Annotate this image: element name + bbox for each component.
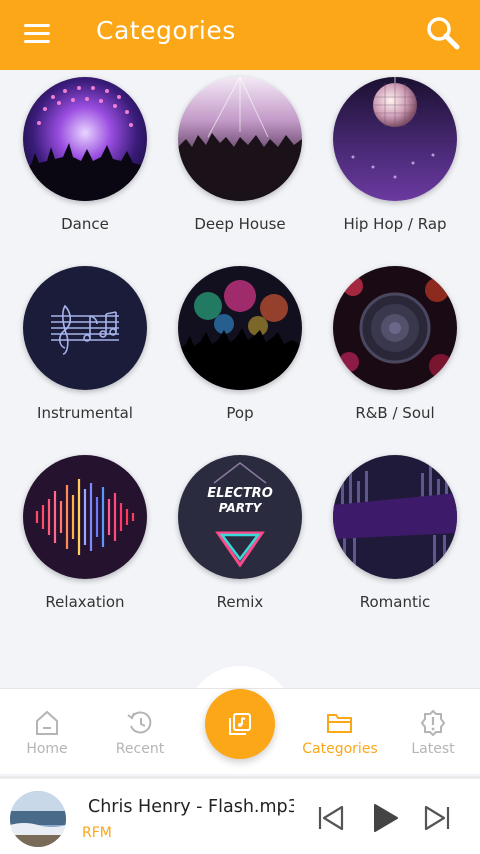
- search-icon[interactable]: [424, 14, 462, 52]
- track-subtitle: RFM: [82, 825, 112, 841]
- alert-badge-icon: [418, 709, 448, 737]
- library-fab-button[interactable]: [205, 689, 275, 759]
- play-icon[interactable]: [370, 803, 400, 833]
- next-icon[interactable]: [422, 803, 452, 833]
- category-hip-hop-rap[interactable]: Hip Hop / Rap: [315, 77, 475, 233]
- category-label: Romantic: [359, 593, 431, 611]
- nav-latest[interactable]: Latest: [388, 709, 478, 757]
- nav-label: Home: [26, 741, 68, 757]
- category-rnb-soul[interactable]: R&B / Soul: [315, 266, 475, 422]
- nav-label: Latest: [411, 741, 455, 757]
- page-title: Categories: [96, 16, 236, 45]
- category-dance[interactable]: Dance: [5, 77, 165, 233]
- home-icon: [32, 709, 62, 737]
- category-thumbnail: [333, 455, 457, 579]
- category-label: Hip Hop / Rap: [343, 215, 447, 233]
- category-label: Dance: [61, 215, 109, 233]
- nav-label: Categories: [302, 741, 378, 757]
- category-label: Instrumental: [37, 404, 133, 422]
- category-label: Relaxation: [45, 593, 125, 611]
- category-thumbnail: [23, 455, 147, 579]
- mini-player[interactable]: Chris Henry - Flash.mp3 RFM: [0, 776, 480, 854]
- category-instrumental[interactable]: Instrumental: [5, 266, 165, 422]
- library-icon: [229, 713, 251, 735]
- category-thumbnail: ELECTRO PARTY: [178, 455, 302, 579]
- category-deep-house[interactable]: Deep House: [160, 77, 320, 233]
- category-thumbnail: [333, 266, 457, 390]
- category-remix[interactable]: ELECTRO PARTY Remix: [160, 455, 320, 611]
- track-title: Chris Henry - Flash.mp3: [88, 797, 294, 817]
- album-art: [10, 791, 66, 847]
- remix-art-line1: ELECTRO: [207, 486, 273, 501]
- remix-art-line2: PARTY: [219, 501, 263, 515]
- category-label: Remix: [216, 593, 264, 611]
- category-pop[interactable]: Pop: [160, 266, 320, 422]
- category-relaxation[interactable]: Relaxation: [5, 455, 165, 611]
- category-thumbnail: [178, 266, 302, 390]
- history-icon: [125, 709, 155, 737]
- category-thumbnail: [333, 77, 457, 201]
- nav-recent[interactable]: Recent: [95, 709, 185, 757]
- nav-label: Recent: [115, 741, 165, 757]
- category-label: Deep House: [194, 215, 286, 233]
- category-romantic[interactable]: Romantic: [315, 455, 475, 611]
- nav-home[interactable]: Home: [2, 709, 92, 757]
- nav-categories[interactable]: Categories: [295, 709, 385, 757]
- top-app-bar: Categories: [0, 0, 480, 70]
- menu-icon[interactable]: [24, 22, 50, 44]
- previous-icon[interactable]: [316, 803, 346, 833]
- folder-icon: [325, 709, 355, 737]
- category-thumbnail: [23, 266, 147, 390]
- category-thumbnail: [178, 77, 302, 201]
- category-label: R&B / Soul: [355, 404, 435, 422]
- category-label: Pop: [226, 404, 254, 422]
- category-thumbnail: [23, 77, 147, 201]
